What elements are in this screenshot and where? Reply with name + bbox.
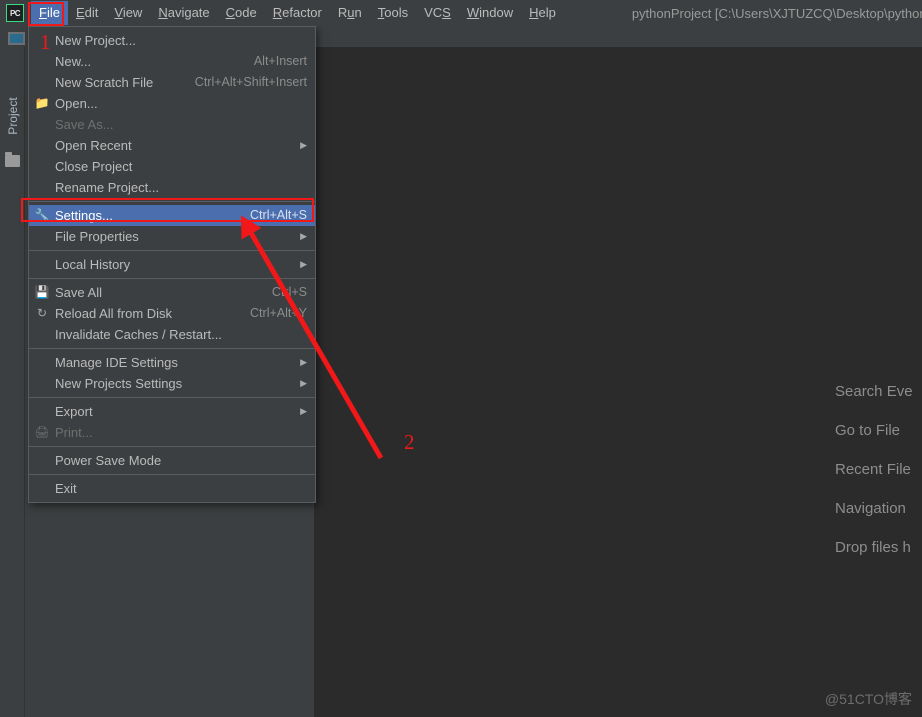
menu-item-print: 🖨 Print... bbox=[29, 422, 315, 443]
menu-separator bbox=[29, 278, 315, 279]
submenu-chevron-right-icon: ▶ bbox=[300, 259, 307, 269]
submenu-chevron-right-icon: ▶ bbox=[300, 357, 307, 367]
menubar-item-window[interactable]: Window bbox=[459, 1, 521, 25]
file-dropdown-menu[interactable]: New Project... New... Alt+Insert New Scratc… bbox=[28, 26, 316, 503]
menu-item-new-projects-settings[interactable]: New Projects Settings ▶ bbox=[29, 373, 315, 394]
menu-item-shortcut: Ctrl+S bbox=[271, 285, 307, 299]
menu-item-label: Power Save Mode bbox=[55, 453, 162, 468]
left-tool-window-strip: Project bbox=[0, 47, 25, 717]
menu-item-invalidate-caches-restart[interactable]: Invalidate Caches / Restart... bbox=[29, 324, 315, 345]
menu-separator bbox=[29, 474, 315, 475]
menu-item-label: New Projects Settings bbox=[55, 376, 183, 391]
menubar-item-navigate[interactable]: Navigate bbox=[150, 1, 217, 25]
printer-icon: 🖨 bbox=[34, 425, 50, 439]
editor-welcome-area: Search Eve Go to File Recent File Navigatio… bbox=[315, 47, 922, 717]
menu-item-export[interactable]: Export ▶ bbox=[29, 401, 315, 422]
menu-item-new-scratch-file[interactable]: New Scratch File Ctrl+Alt+Shift+Insert bbox=[29, 72, 315, 93]
submenu-chevron-right-icon: ▶ bbox=[300, 231, 307, 241]
menu-item-rename-project[interactable]: Rename Project... bbox=[29, 177, 315, 198]
menubar-item-tools[interactable]: Tools bbox=[370, 1, 416, 25]
menu-item-exit[interactable]: Exit bbox=[29, 478, 315, 499]
menu-item-close-project[interactable]: Close Project bbox=[29, 156, 315, 177]
menu-item-reload-all-from-disk[interactable]: ↻ Reload All from Disk Ctrl+Alt+Y bbox=[29, 303, 315, 324]
menu-item-label: Exit bbox=[55, 481, 77, 496]
menubar-item-edit[interactable]: Edit bbox=[68, 1, 106, 25]
menu-item-shortcut: Ctrl+Alt+Y bbox=[250, 306, 307, 320]
menu-item-save-as: Save As... bbox=[29, 114, 315, 135]
submenu-chevron-right-icon: ▶ bbox=[300, 406, 307, 416]
refresh-icon: ↻ bbox=[36, 306, 48, 320]
menu-item-label: Export bbox=[55, 404, 93, 419]
menu-item-label: Open... bbox=[55, 96, 98, 111]
menu-item-label: New Project... bbox=[55, 33, 136, 48]
menu-bar: PC File Edit View Navigate Code Refactor Run To… bbox=[0, 0, 922, 26]
window-project-title: pythonProject [C:\Users\XJTUZCQ\Desktop\… bbox=[631, 5, 922, 21]
menu-separator bbox=[29, 397, 315, 398]
pycharm-logo-icon: PC bbox=[6, 4, 24, 22]
menu-separator bbox=[29, 348, 315, 349]
menubar-item-help[interactable]: Help bbox=[521, 1, 564, 25]
menu-item-shortcut: Ctrl+Alt+Shift+Insert bbox=[194, 75, 307, 89]
menu-item-power-save-mode[interactable]: Power Save Mode bbox=[29, 450, 315, 471]
menubar-item-code[interactable]: Code bbox=[218, 1, 265, 25]
menu-item-settings[interactable]: 🔧 Settings... Ctrl+Alt+S bbox=[29, 205, 315, 226]
menu-item-label: File Properties bbox=[55, 229, 139, 244]
menu-item-open-recent[interactable]: Open Recent ▶ bbox=[29, 135, 315, 156]
folder-icon bbox=[5, 152, 20, 167]
menu-item-save-all[interactable]: 💾 Save All Ctrl+S bbox=[29, 282, 315, 303]
menu-item-label: Open Recent bbox=[55, 138, 132, 153]
menu-item-label: New Scratch File bbox=[55, 75, 154, 90]
menu-item-file-properties[interactable]: File Properties ▶ bbox=[29, 226, 315, 247]
menubar-item-vcs[interactable]: VCS bbox=[416, 1, 459, 25]
menubar-item-file[interactable]: File bbox=[31, 1, 68, 25]
menu-separator bbox=[29, 250, 315, 251]
menu-item-label: New... bbox=[55, 54, 92, 69]
menu-item-label: Close Project bbox=[55, 159, 133, 174]
welcome-hint-line: Search Eve bbox=[835, 383, 913, 400]
save-icon: 💾 bbox=[34, 285, 50, 299]
menu-separator bbox=[29, 446, 315, 447]
welcome-hint-line: Go to File bbox=[835, 422, 901, 439]
menu-item-new[interactable]: New... Alt+Insert bbox=[29, 51, 315, 72]
menu-item-open[interactable]: 📁 Open... bbox=[29, 93, 315, 114]
menu-item-label: Save As... bbox=[55, 117, 114, 132]
menu-item-label: Local History bbox=[55, 257, 131, 272]
menubar-item-refactor[interactable]: Refactor bbox=[265, 1, 330, 25]
sidebar-item-project[interactable]: Project bbox=[2, 82, 24, 150]
folder-icon: 📁 bbox=[34, 96, 50, 110]
welcome-hint-line: Navigation bbox=[835, 500, 906, 517]
menu-item-label: Save All bbox=[55, 285, 102, 300]
menu-item-label: Manage IDE Settings bbox=[55, 355, 178, 370]
menu-item-label: Reload All from Disk bbox=[55, 306, 173, 321]
wrench-icon: 🔧 bbox=[34, 208, 50, 222]
welcome-hint-line: Drop files h bbox=[835, 539, 911, 556]
menu-item-shortcut: Alt+Insert bbox=[253, 54, 307, 68]
project-view-icon[interactable] bbox=[8, 32, 25, 45]
submenu-chevron-right-icon: ▶ bbox=[300, 140, 307, 150]
menubar-item-view[interactable]: View bbox=[106, 1, 150, 25]
menu-item-manage-ide-settings[interactable]: Manage IDE Settings ▶ bbox=[29, 352, 315, 373]
menu-bar-items: File Edit View Navigate Code Refactor Run Tools… bbox=[31, 1, 564, 25]
welcome-hint-line: Recent File bbox=[835, 461, 911, 478]
menu-item-label: Rename Project... bbox=[55, 180, 160, 195]
menu-item-local-history[interactable]: Local History ▶ bbox=[29, 254, 315, 275]
menu-item-label: Invalidate Caches / Restart... bbox=[55, 327, 222, 342]
menu-item-label: Settings... bbox=[55, 208, 113, 223]
menu-separator bbox=[29, 201, 315, 202]
menu-item-shortcut: Ctrl+Alt+S bbox=[250, 208, 307, 222]
menu-item-label: Print... bbox=[55, 425, 93, 440]
submenu-chevron-right-icon: ▶ bbox=[300, 378, 307, 388]
menubar-item-run[interactable]: Run bbox=[330, 1, 370, 25]
menu-item-new-project[interactable]: New Project... bbox=[29, 30, 315, 51]
watermark-label: @51CTO博客 bbox=[824, 691, 912, 707]
welcome-hint-list: Search Eve Go to File Recent File Navigatio… bbox=[835, 372, 922, 567]
